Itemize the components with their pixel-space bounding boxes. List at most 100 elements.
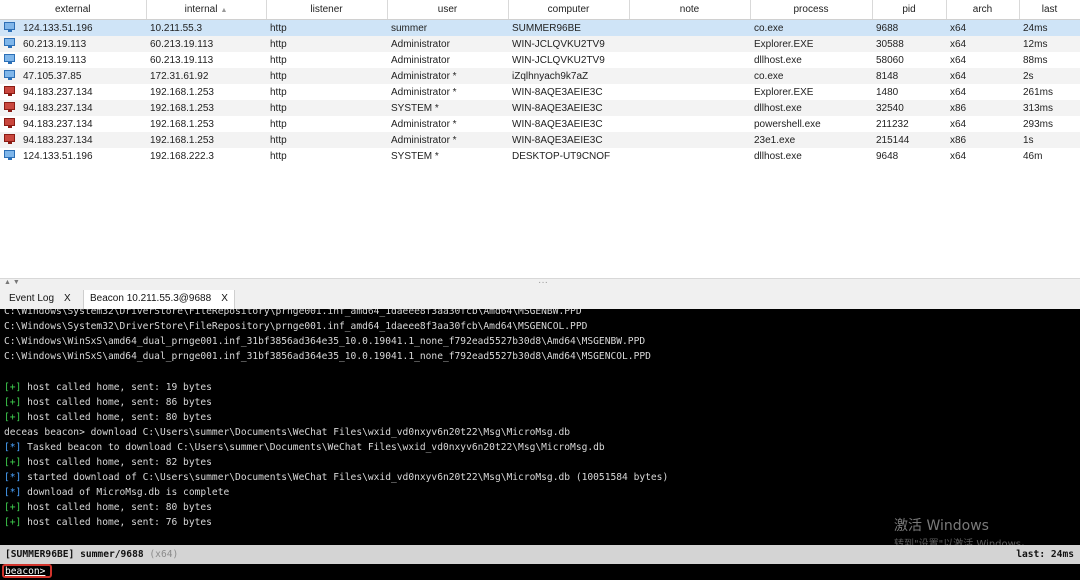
table-row[interactable]: 94.183.237.134 192.168.1.253 http Administr… <box>0 84 1080 100</box>
cell-internal: 60.213.19.113 <box>146 52 266 68</box>
column-header-computer[interactable]: computer <box>508 0 630 20</box>
cell-process: dllhost.exe <box>750 52 872 68</box>
tab-beacon-session[interactable]: Beacon 10.211.55.3@9688 X <box>83 290 235 309</box>
column-header-arch[interactable]: arch <box>946 0 1020 20</box>
table-row[interactable]: 60.213.19.113 60.213.19.113 http Administra… <box>0 52 1080 68</box>
internal-value: 192.168.1.253 <box>150 86 214 98</box>
process-value: 23e1.exe <box>754 134 796 146</box>
last-value: 1s <box>1023 134 1034 146</box>
console-line-prefix: [+] <box>4 396 22 408</box>
beacon-console-output[interactable]: C:\Windows\System32\DriverStore\FileRepo… <box>0 309 1080 545</box>
column-header-user[interactable]: user <box>387 0 509 20</box>
cell-pid: 9648 <box>872 148 946 164</box>
console-line-text: C:\Windows\WinSxS\amd64_dual_prnge001.in… <box>4 351 651 363</box>
cell-computer: WIN-8AQE3AEIE3C <box>508 100 629 116</box>
splitter-grip-icon[interactable]: ··· <box>538 278 548 288</box>
column-header-internal[interactable]: internal ▲ <box>146 0 267 20</box>
console-line-text: Tasked beacon to download C:\Users\summe… <box>21 441 605 453</box>
cell-arch: x64 <box>946 84 1019 100</box>
cell-internal: 172.31.61.92 <box>146 68 266 84</box>
column-header-last[interactable]: last <box>1019 0 1080 20</box>
arch-value: x64 <box>950 150 967 162</box>
console-line-prefix: [+] <box>4 502 22 514</box>
computer-value: SUMMER96BE <box>512 22 581 34</box>
console-line: C:\Windows\WinSxS\amd64_dual_prnge001.in… <box>4 349 651 364</box>
cell-listener: http <box>266 36 387 52</box>
pid-value: 9648 <box>876 150 899 162</box>
process-value: co.exe <box>754 22 784 34</box>
cell-computer: WIN-JCLQVKU2TV9 <box>508 36 629 52</box>
tab-event-log[interactable]: Event Log X <box>3 290 77 309</box>
external-value: 47.105.37.85 <box>23 71 82 82</box>
cell-listener: http <box>266 52 387 68</box>
last-value: 293ms <box>1023 118 1054 130</box>
external-value: 60.213.19.113 <box>23 39 87 50</box>
column-header-label: user <box>437 4 458 15</box>
table-row[interactable]: 47.105.37.85 172.31.61.92 http Administrato… <box>0 68 1080 84</box>
arch-value: x64 <box>950 118 967 130</box>
console-line: [+] host called home, sent: 80 bytes <box>4 500 212 515</box>
cell-arch: x64 <box>946 116 1019 132</box>
console-line-prefix: [*] <box>4 487 22 499</box>
collapse-arrows-icon[interactable]: ▲▼ <box>4 279 22 286</box>
cell-external: 94.183.237.134 <box>0 84 146 100</box>
listener-value: http <box>270 38 287 50</box>
cell-arch: x64 <box>946 68 1019 84</box>
process-value: dllhost.exe <box>754 102 802 114</box>
cell-note <box>629 84 750 100</box>
windows-host-icon <box>4 22 17 32</box>
table-row[interactable]: 60.213.19.113 60.213.19.113 http Administra… <box>0 36 1080 52</box>
console-line: [+] host called home, sent: 82 bytes <box>4 455 212 470</box>
table-row[interactable]: 124.133.51.196 10.211.55.3 http summer SUMME… <box>0 19 1080 36</box>
table-row[interactable]: 124.133.51.196 192.168.222.3 http SYSTEM * D… <box>0 148 1080 164</box>
cell-arch: x64 <box>946 36 1019 52</box>
listener-value: http <box>270 134 287 146</box>
table-row[interactable]: 94.183.237.134 192.168.1.253 http Administr… <box>0 132 1080 148</box>
console-line-text: host called home, sent: 80 bytes <box>21 411 212 423</box>
prompt-label: beacon> <box>5 566 46 577</box>
listener-value: http <box>270 86 287 98</box>
cell-external: 60.213.19.113 <box>0 36 146 52</box>
cell-pid: 215144 <box>872 132 946 148</box>
table-row[interactable]: 94.183.237.134 192.168.1.253 http Administr… <box>0 116 1080 132</box>
column-header-label: internal <box>184 4 218 15</box>
cell-arch: x64 <box>946 52 1019 68</box>
internal-value: 192.168.222.3 <box>150 150 214 162</box>
session-arch: (x64) <box>149 549 179 560</box>
external-value: 94.183.237.134 <box>23 135 93 146</box>
column-header-listener[interactable]: listener <box>266 0 388 20</box>
user-value: Administrator * <box>391 134 457 146</box>
pid-value: 8148 <box>876 70 899 82</box>
last-checkin: last: 24ms <box>1016 549 1074 560</box>
table-row[interactable]: 94.183.237.134 192.168.1.253 http SYSTEM * W… <box>0 100 1080 116</box>
column-header-label: last <box>1041 4 1058 15</box>
cell-listener: http <box>266 84 387 100</box>
internal-value: 192.168.1.253 <box>150 134 214 146</box>
cell-external: 124.133.51.196 <box>0 19 146 36</box>
pid-value: 58060 <box>876 54 904 66</box>
cell-user: summer <box>387 19 508 36</box>
console-line-text: host called home, sent: 82 bytes <box>21 457 212 468</box>
last-value: 24ms <box>1023 22 1048 34</box>
cell-process: dllhost.exe <box>750 100 872 116</box>
external-value: 94.183.237.134 <box>23 119 93 130</box>
column-header-process[interactable]: process <box>750 0 873 20</box>
cell-note <box>629 148 750 164</box>
pid-value: 1480 <box>876 86 899 98</box>
cell-user: Administrator * <box>387 84 508 100</box>
console-line-text: host called home, sent: 19 bytes <box>21 381 212 393</box>
tab-close-button[interactable]: X <box>221 293 228 304</box>
console-line: [+] host called home, sent: 86 bytes <box>4 395 212 410</box>
column-header-pid[interactable]: pid <box>872 0 947 20</box>
command-input[interactable] <box>54 565 1064 578</box>
column-header-external[interactable]: external <box>0 0 147 20</box>
internal-value: 10.211.55.3 <box>150 22 203 34</box>
last-value: 12ms <box>1023 38 1048 50</box>
console-line-text: C:\Windows\System32\DriverStore\FileRepo… <box>4 321 588 333</box>
cell-user: Administrator <box>387 52 508 68</box>
windows-host-icon <box>4 70 17 80</box>
tab-close-button[interactable]: X <box>64 293 71 304</box>
column-header-note[interactable]: note <box>629 0 751 20</box>
cell-last: 261ms <box>1019 84 1080 100</box>
table-header-row: external internal ▲ listener user computer not… <box>0 0 1080 20</box>
